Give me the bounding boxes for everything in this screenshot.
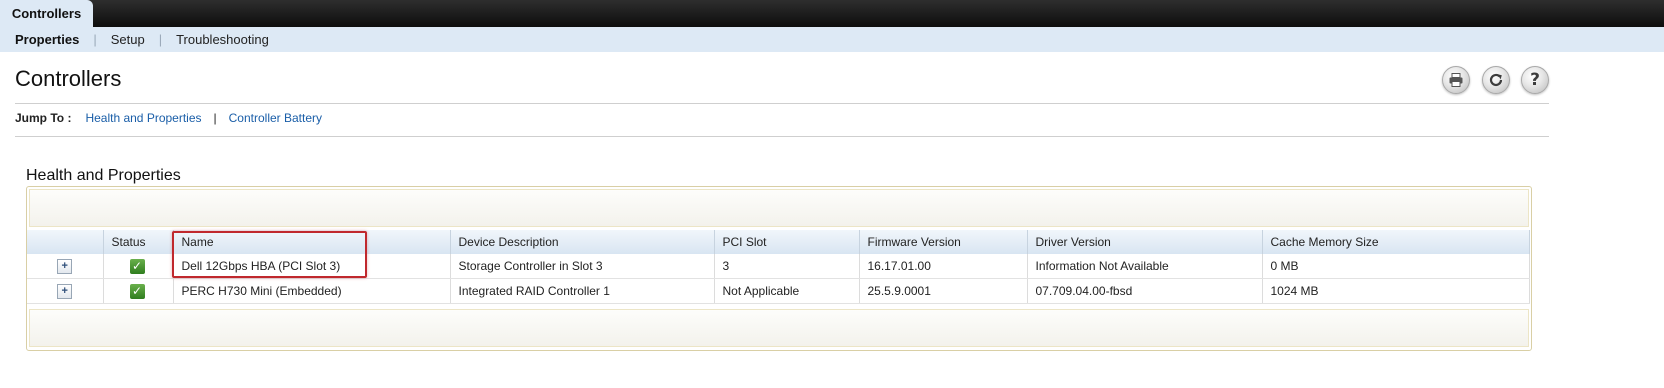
panel-footer-band [29,309,1529,347]
column-header-firmware-version[interactable]: Firmware Version [859,230,1028,254]
subnav-separator: | [93,32,97,47]
pci-slot: 3 [714,254,860,279]
section-title: Health and Properties [26,167,181,184]
jump-to-label: Jump To : [15,111,72,125]
firmware-version: 16.17.01.00 [859,254,1028,279]
divider [15,103,1549,104]
jump-separator: | [213,111,217,125]
column-header-cache-memory-size[interactable]: Cache Memory Size [1262,230,1530,254]
table-header-row: Status Name Device Description PCI Slot … [27,230,1530,254]
controller-name: PERC H730 Mini (Embedded) [173,278,451,304]
column-header-device-description[interactable]: Device Description [450,230,715,254]
column-header-expand [27,230,104,254]
column-header-name[interactable]: Name [173,230,451,254]
panel-header-band [29,189,1529,227]
driver-version: 07.709.04.00-fbsd [1027,278,1263,304]
refresh-icon[interactable] [1482,66,1510,94]
expand-row-button[interactable]: + [57,284,73,299]
status-ok-icon: ✓ [129,283,145,299]
jump-link-controller-battery[interactable]: Controller Battery [229,111,322,125]
jump-link-health-and-properties[interactable]: Health and Properties [85,111,201,125]
tab-controllers[interactable]: Controllers [0,0,93,27]
expand-row-button[interactable]: + [57,259,73,274]
pci-slot: Not Applicable [714,278,860,304]
column-header-driver-version[interactable]: Driver Version [1027,230,1263,254]
top-bar [0,0,1664,27]
status-ok-icon: ✓ [129,258,145,274]
subnav-properties[interactable]: Properties [15,32,79,47]
subnav-separator: | [158,32,163,47]
jump-to-bar: Jump To : Health and Properties | Contro… [15,111,322,125]
driver-version: Information Not Available [1027,254,1263,279]
controller-name: Dell 12Gbps HBA (PCI Slot 3) [173,254,451,279]
help-icon[interactable]: ? [1521,66,1549,94]
device-description: Integrated RAID Controller 1 [450,278,715,304]
cache-memory-size: 1024 MB [1262,278,1530,304]
device-description: Storage Controller in Slot 3 [450,254,715,279]
cache-memory-size: 0 MB [1262,254,1530,279]
sub-navigation: Properties | Setup | Troubleshooting [0,27,1664,52]
subnav-troubleshooting[interactable]: Troubleshooting [176,32,269,47]
subnav-setup[interactable]: Setup [111,32,145,47]
column-header-pci-slot[interactable]: PCI Slot [714,230,860,254]
table-row: + ✓ Dell 12Gbps HBA (PCI Slot 3) Storage… [27,254,1530,279]
table-row: + ✓ PERC H730 Mini (Embedded) Integrated… [27,278,1530,304]
firmware-version: 25.5.9.0001 [859,278,1028,304]
page-title: Controllers [15,66,122,91]
controllers-panel: Status Name Device Description PCI Slot … [26,186,1532,351]
controllers-table: Status Name Device Description PCI Slot … [27,230,1530,304]
divider [15,136,1549,137]
column-header-status[interactable]: Status [103,230,174,254]
print-icon[interactable] [1442,66,1470,94]
